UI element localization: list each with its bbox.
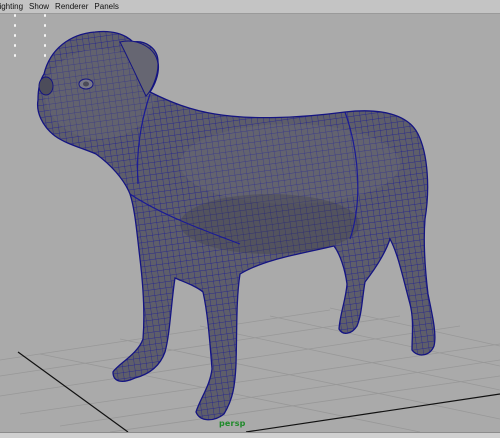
viewport-bottom-border: [0, 432, 500, 438]
menu-panels[interactable]: Panels: [91, 0, 121, 13]
perspective-viewport[interactable]: [0, 14, 500, 432]
panel-menubar: Lighting Show Renderer Panels: [0, 0, 500, 14]
menu-show[interactable]: Show: [26, 0, 52, 13]
dog-mesh[interactable]: [0, 14, 500, 432]
dog-nose: [38, 76, 54, 96]
camera-name-label: persp: [219, 419, 246, 428]
menu-lighting[interactable]: Lighting: [0, 0, 26, 13]
menu-renderer[interactable]: Renderer: [52, 0, 91, 13]
dog-eye: [78, 78, 94, 90]
shelf-markers: [0, 14, 60, 66]
viewport-canvas[interactable]: [0, 14, 500, 432]
maya-window: Lighting Show Renderer Panels: [0, 0, 500, 438]
